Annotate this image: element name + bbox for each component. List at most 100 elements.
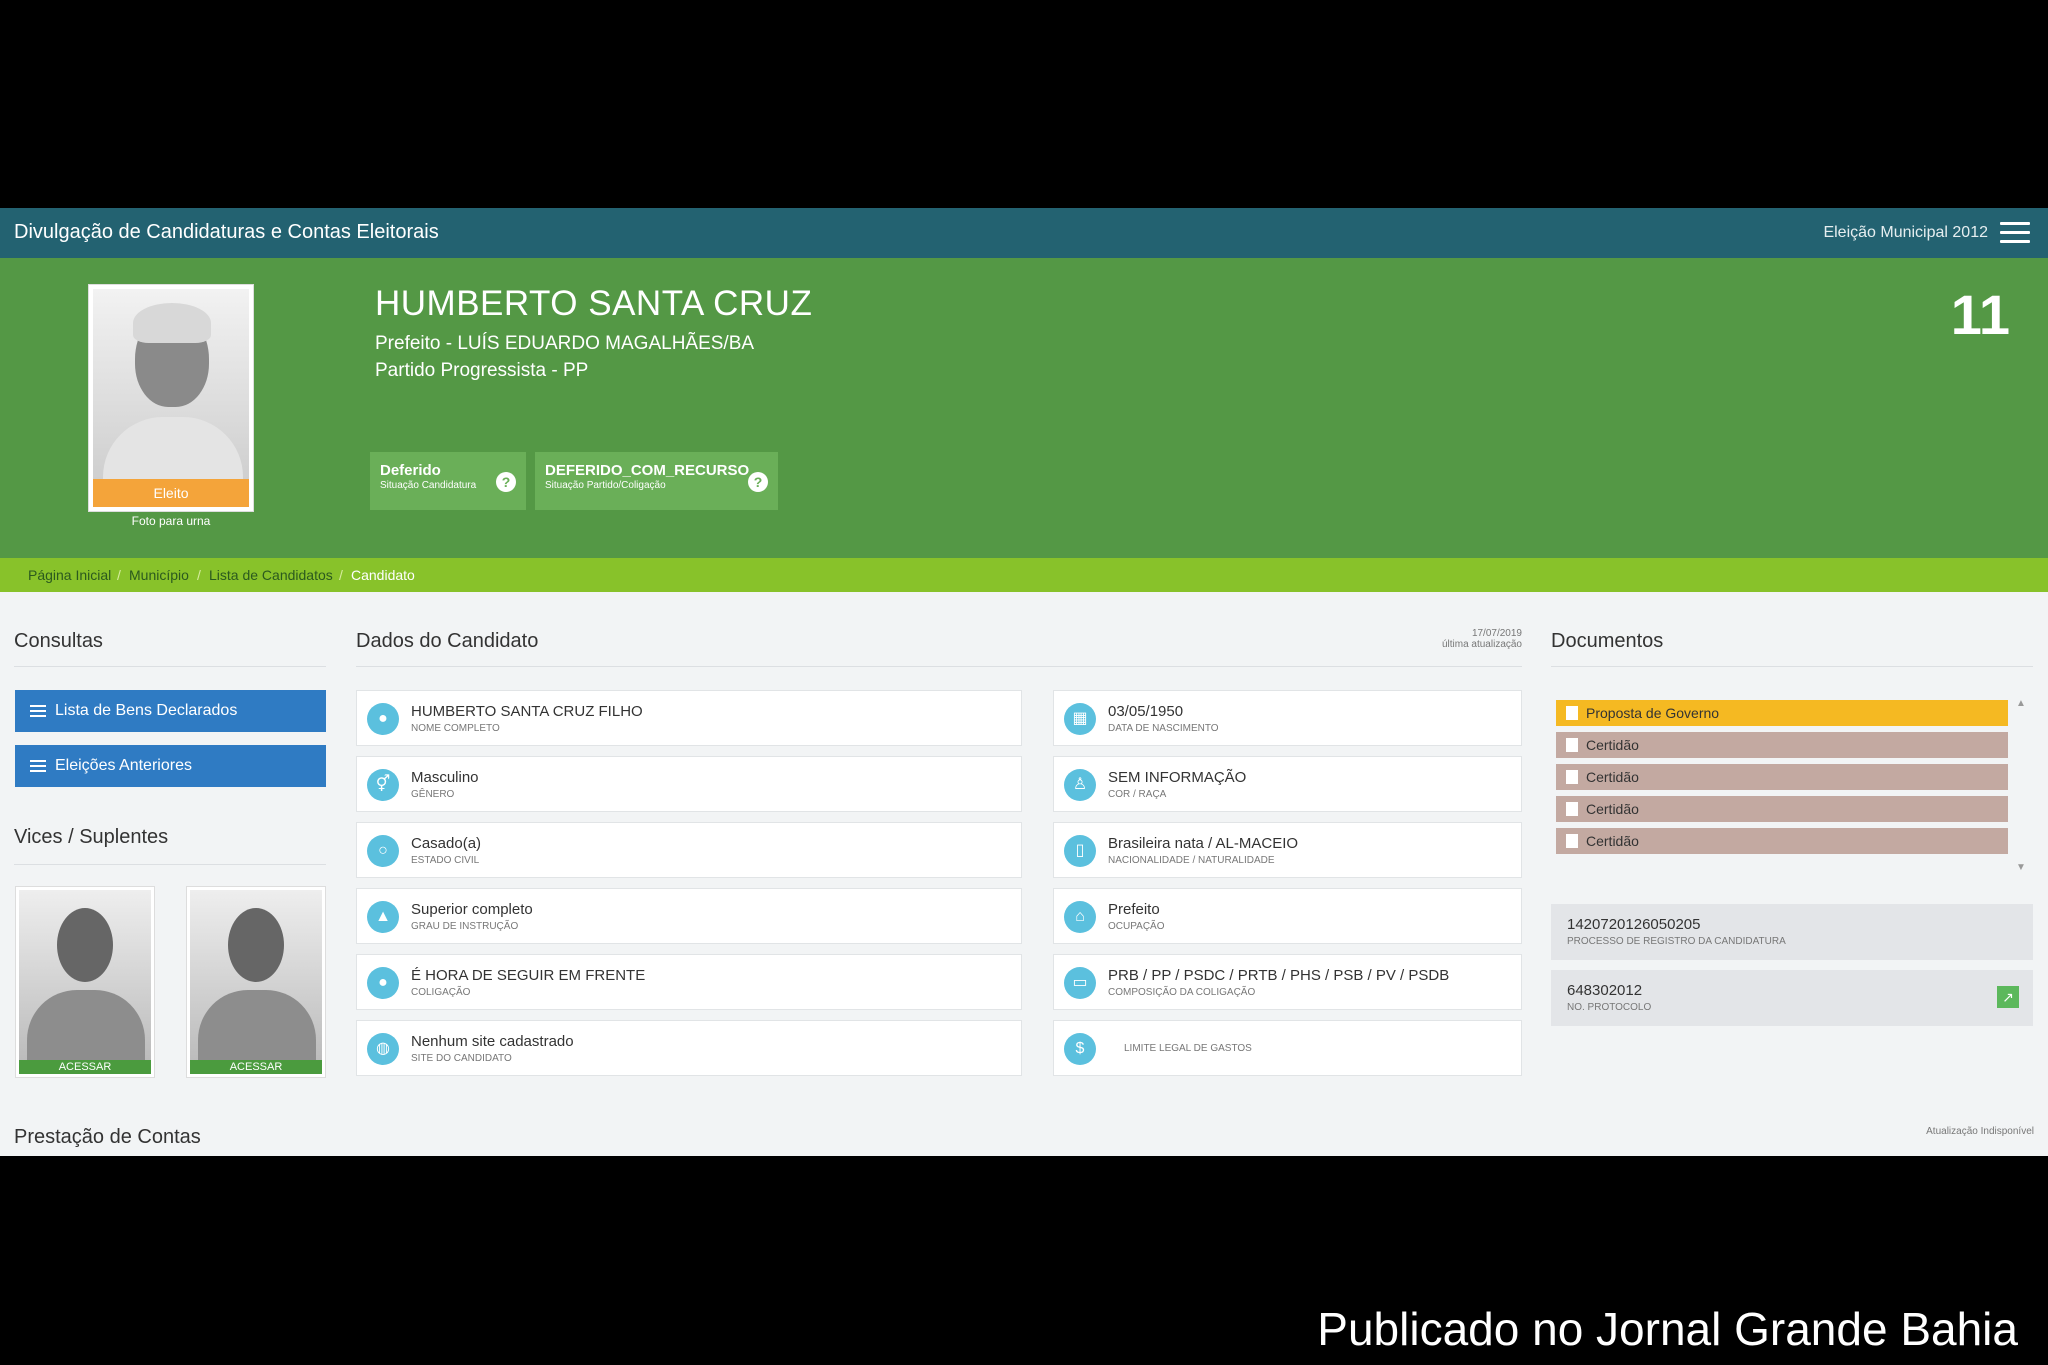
election-label: Eleição Municipal 2012 bbox=[1823, 224, 1988, 241]
field-value: É HORA DE SEGUIR EM FRENTE bbox=[411, 967, 646, 984]
candidate-party: Partido Progressista - PP bbox=[375, 360, 589, 381]
document-label: Certidão bbox=[1586, 833, 1639, 849]
candidate-header: Eleito Foto para urna HUMBERTO SANTA CRU… bbox=[0, 258, 2048, 558]
party-status-label: Situação Partido/Coligação bbox=[545, 480, 666, 491]
breadcrumb-current: Candidato bbox=[351, 567, 415, 583]
document-item[interactable]: Certidão bbox=[1556, 764, 2008, 790]
field-label: COR / RAÇA bbox=[1108, 789, 1167, 800]
field-label: NACIONALIDADE / NATURALIDADE bbox=[1108, 855, 1275, 866]
app-title[interactable]: Divulgação de Candidaturas e Contas Elei… bbox=[14, 221, 439, 244]
candidacy-status[interactable]: Deferido Situação Candidatura ? bbox=[370, 452, 526, 510]
breadcrumb-separator: / bbox=[339, 567, 343, 583]
vices-title: Vices / Suplentes bbox=[14, 826, 169, 848]
party-status[interactable]: DEFERIDO_COM_RECURSO Situação Partido/Co… bbox=[535, 452, 778, 510]
graduation-cap-icon: ▲ bbox=[367, 901, 399, 933]
globe-icon: ◍ bbox=[367, 1033, 399, 1065]
vice-access-label[interactable]: ACESSAR bbox=[19, 1060, 151, 1074]
breadcrumb-separator: / bbox=[117, 567, 121, 583]
scroll-down-icon[interactable]: ▼ bbox=[2016, 862, 2026, 873]
document-label: Certidão bbox=[1586, 769, 1639, 785]
document-item[interactable]: Certidão bbox=[1556, 828, 2008, 854]
help-icon[interactable]: ? bbox=[748, 472, 768, 492]
field-label: ESTADO CIVIL bbox=[411, 855, 480, 866]
gender-icon: ⚥ bbox=[367, 769, 399, 801]
website-field: ◍ Nenhum site cadastrado SITE DO CANDIDA… bbox=[356, 1020, 1022, 1076]
divider bbox=[1551, 666, 2033, 667]
building-icon: ⌂ bbox=[1064, 901, 1096, 933]
document-item[interactable]: Certidão bbox=[1556, 732, 2008, 758]
full-name-field: ● HUMBERTO SANTA CRUZ FILHO NOME COMPLET… bbox=[356, 690, 1022, 746]
coalition-composition-field: ▭ PRB / PP / PSDC / PRTB / PHS / PSB / P… bbox=[1053, 954, 1522, 1010]
document-item[interactable]: Certidão bbox=[1556, 796, 2008, 822]
document-item[interactable]: Proposta de Governo bbox=[1556, 700, 2008, 726]
last-update: 17/07/2019 última atualização bbox=[1442, 628, 1522, 650]
hamburger-menu-icon[interactable] bbox=[2000, 222, 2030, 244]
document-icon bbox=[1566, 706, 1578, 720]
field-value: 03/05/1950 bbox=[1108, 703, 1184, 720]
document-label: Certidão bbox=[1586, 801, 1639, 817]
field-label: LIMITE LEGAL DE GASTOS bbox=[1124, 1043, 1252, 1054]
document-icon bbox=[1566, 738, 1578, 752]
field-label: GÊNERO bbox=[411, 789, 455, 800]
breadcrumb-separator: / bbox=[197, 567, 201, 583]
document-label: Proposta de Governo bbox=[1586, 705, 1720, 721]
vice-photo bbox=[190, 890, 322, 1060]
document-icon bbox=[1566, 770, 1578, 784]
field-value: Casado(a) bbox=[411, 835, 482, 852]
document-icon bbox=[1566, 834, 1578, 848]
divider bbox=[14, 666, 326, 667]
breadcrumb: Página Inicial / Município / Lista de Ca… bbox=[0, 558, 2048, 592]
field-value: Brasileira nata / AL-MACEIO bbox=[1108, 835, 1299, 852]
field-label: COLIGAÇÃO bbox=[411, 987, 471, 998]
ring-icon: ○ bbox=[367, 835, 399, 867]
marital-status-field: ○ Casado(a) ESTADO CIVIL bbox=[356, 822, 1022, 878]
gender-field: ⚥ Masculino GÊNERO bbox=[356, 756, 1022, 812]
field-label: SITE DO CANDIDATO bbox=[411, 1053, 512, 1064]
previous-elections-button[interactable]: Eleições Anteriores bbox=[15, 745, 326, 787]
field-value: HUMBERTO SANTA CRUZ FILHO bbox=[411, 703, 643, 720]
occupation-field: ⌂ Prefeito OCUPAÇÃO bbox=[1053, 888, 1522, 944]
accounts-status: Atualização Indisponível bbox=[1926, 1126, 2034, 1137]
calendar-icon: ▦ bbox=[1064, 703, 1096, 735]
field-label: OCUPAÇÃO bbox=[1108, 921, 1165, 932]
watermark-caption: Publicado no Jornal Grande Bahia bbox=[1317, 1303, 2018, 1355]
previous-elections-label: Eleições Anteriores bbox=[55, 757, 192, 774]
user-icon: ● bbox=[367, 703, 399, 735]
nationality-field: ▯ Brasileira nata / AL-MACEIO NACIONALID… bbox=[1053, 822, 1522, 878]
candidate-role: Prefeito - LUÍS EDUARDO MAGALHÃES/BA bbox=[375, 333, 755, 354]
registration-process-box: 1420720126050205 PROCESSO DE REGISTRO DA… bbox=[1551, 904, 2033, 960]
document-icon bbox=[1566, 802, 1578, 816]
breadcrumb-candidate-list[interactable]: Lista de Candidatos bbox=[209, 567, 333, 583]
protocol-label: NO. PROTOCOLO bbox=[1567, 1002, 1652, 1013]
spending-limit-field: $ LIMITE LEGAL DE GASTOS bbox=[1053, 1020, 1522, 1076]
dados-title: Dados do Candidato bbox=[356, 630, 539, 652]
coalition-field: ● É HORA DE SEGUIR EM FRENTE COLIGAÇÃO bbox=[356, 954, 1022, 1010]
divider bbox=[356, 666, 1522, 667]
assets-list-label: Lista de Bens Declarados bbox=[55, 702, 238, 719]
external-link-icon[interactable]: ↗ bbox=[1997, 986, 2019, 1008]
documentos-title: Documentos bbox=[1551, 630, 1664, 652]
breadcrumb-home[interactable]: Página Inicial bbox=[28, 567, 111, 583]
vice-card[interactable]: ACESSAR bbox=[15, 886, 155, 1078]
elected-badge: Eleito bbox=[93, 479, 249, 507]
candidate-photo bbox=[93, 289, 249, 479]
vice-card[interactable]: ACESSAR bbox=[186, 886, 326, 1078]
candidacy-status-value: Deferido bbox=[380, 462, 441, 479]
assets-list-button[interactable]: Lista de Bens Declarados bbox=[15, 690, 326, 732]
map-icon: ▯ bbox=[1064, 835, 1096, 867]
help-icon[interactable]: ? bbox=[496, 472, 516, 492]
field-value: PRB / PP / PSDC / PRTB / PHS / PSB / PV … bbox=[1108, 967, 1450, 984]
process-number: 1420720126050205 bbox=[1567, 916, 1701, 933]
breadcrumb-municipio[interactable]: Município bbox=[129, 567, 189, 583]
field-value: SEM INFORMAÇÃO bbox=[1108, 769, 1247, 786]
vice-access-label[interactable]: ACESSAR bbox=[190, 1060, 322, 1074]
vice-photo bbox=[19, 890, 151, 1060]
list-icon bbox=[30, 760, 46, 772]
scroll-up-icon[interactable]: ▲ bbox=[2016, 698, 2026, 709]
field-label: GRAU DE INSTRUÇÃO bbox=[411, 921, 519, 932]
candidate-name: HUMBERTO SANTA CRUZ bbox=[375, 284, 813, 323]
protocol-box: 648302012 NO. PROTOCOLO ↗ bbox=[1551, 970, 2033, 1026]
person-icon: ♙ bbox=[1064, 769, 1096, 801]
race-field: ♙ SEM INFORMAÇÃO COR / RAÇA bbox=[1053, 756, 1522, 812]
protocol-number: 648302012 bbox=[1567, 982, 1643, 999]
